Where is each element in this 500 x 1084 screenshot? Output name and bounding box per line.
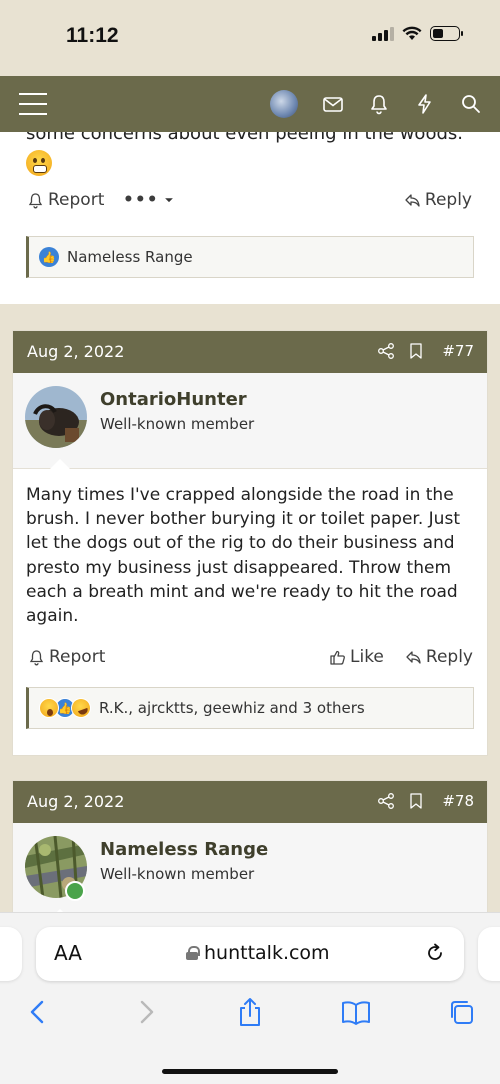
user-title: Well-known member	[100, 865, 255, 883]
status-time: 11:12	[66, 24, 119, 47]
post-78: Aug 2, 2022 #78 Nameless Range Well-know…	[12, 780, 488, 912]
wifi-icon	[402, 26, 422, 40]
post-header: Aug 2, 2022 #78	[13, 781, 487, 823]
chevron-down-icon	[164, 198, 173, 203]
nav-icons	[270, 90, 482, 118]
previous-post: some concerns about even peeing in the w…	[0, 132, 500, 304]
back-icon[interactable]	[24, 997, 52, 1027]
lightning-icon[interactable]	[414, 93, 436, 115]
post-77: Aug 2, 2022 #77 OntarioHunter Well-known…	[12, 330, 488, 756]
user-title: Well-known member	[100, 415, 255, 433]
post-actions: Report ••• Reply	[0, 190, 500, 220]
post-actions: Report Like Reply	[1, 647, 500, 677]
post-number[interactable]: #77	[442, 342, 474, 360]
reload-icon[interactable]	[424, 942, 446, 964]
avatar[interactable]	[270, 90, 298, 118]
lock-icon	[186, 946, 200, 960]
post-header: Aug 2, 2022 #77	[13, 331, 487, 373]
tabs-icon[interactable]	[448, 997, 476, 1027]
report-button[interactable]: Report	[28, 647, 105, 667]
username[interactable]: OntarioHunter	[100, 389, 247, 410]
browser-nav-toolbar	[0, 997, 500, 1041]
laugh-reaction-icon	[68, 695, 94, 721]
reply-button[interactable]: Reply	[405, 647, 473, 667]
share-icon[interactable]	[236, 997, 264, 1027]
address-bar[interactable]: AA hunttalk.com	[36, 927, 464, 981]
bell-icon[interactable]	[368, 93, 390, 115]
share-icon[interactable]	[377, 792, 395, 810]
report-button[interactable]: Report	[27, 190, 104, 210]
bookmark-icon[interactable]	[408, 792, 424, 810]
like-reaction-icon: 👍	[39, 247, 59, 267]
search-icon[interactable]	[460, 93, 482, 115]
like-button[interactable]: Like	[329, 647, 384, 667]
reply-icon	[406, 650, 421, 664]
battery-icon	[430, 26, 463, 41]
thread-content: some concerns about even peeing in the w…	[0, 132, 500, 912]
envelope-icon[interactable]	[322, 93, 344, 115]
reaction-summary[interactable]: 👍 Nameless Range	[26, 236, 474, 278]
status-icons	[372, 26, 463, 41]
post-body-tail: some concerns about even peeing in the w…	[26, 132, 486, 176]
bell-outline-icon	[29, 649, 44, 665]
bookmark-icon[interactable]	[408, 342, 424, 360]
username[interactable]: Nameless Range	[100, 839, 268, 860]
reader-settings-button[interactable]: AA	[54, 941, 82, 965]
forward-icon[interactable]	[132, 997, 160, 1027]
post-divider	[0, 756, 500, 778]
wow-reaction-icon	[39, 698, 59, 718]
reply-button[interactable]: Reply	[404, 190, 472, 210]
previous-tab-pill[interactable]	[0, 927, 22, 981]
post-divider	[0, 304, 500, 326]
next-tab-pill[interactable]	[478, 927, 500, 981]
share-icon[interactable]	[377, 342, 395, 360]
avatar[interactable]	[25, 386, 87, 448]
status-bar: 11:12	[0, 0, 500, 76]
reaction-summary[interactable]: 👍 R.K., ajrcktts, geewhiz and 3 others	[26, 687, 474, 729]
reply-icon	[405, 193, 420, 207]
grimacing-face-icon	[26, 150, 52, 176]
thumbs-up-icon	[330, 650, 345, 665]
url-display[interactable]: hunttalk.com	[186, 942, 330, 964]
site-nav-bar	[0, 76, 500, 132]
home-indicator	[162, 1069, 338, 1074]
signal-icon	[372, 26, 394, 41]
menu-icon[interactable]	[19, 93, 47, 115]
online-status-icon	[65, 881, 85, 901]
user-block: Nameless Range Well-known member	[13, 823, 487, 912]
post-date[interactable]: Aug 2, 2022	[27, 342, 124, 361]
browser-toolbar: AA hunttalk.com	[0, 912, 500, 1084]
message-notch	[49, 459, 71, 470]
post-date[interactable]: Aug 2, 2022	[27, 792, 124, 811]
more-options-button[interactable]: •••	[123, 190, 175, 210]
bookmarks-icon[interactable]	[340, 997, 372, 1027]
user-block: OntarioHunter Well-known member	[13, 373, 487, 469]
bell-outline-icon	[28, 192, 43, 208]
reaction-icons: 👍	[39, 695, 94, 721]
post-number[interactable]: #78	[442, 792, 474, 810]
post-body: Many times I've crapped alongside the ro…	[26, 485, 460, 627]
